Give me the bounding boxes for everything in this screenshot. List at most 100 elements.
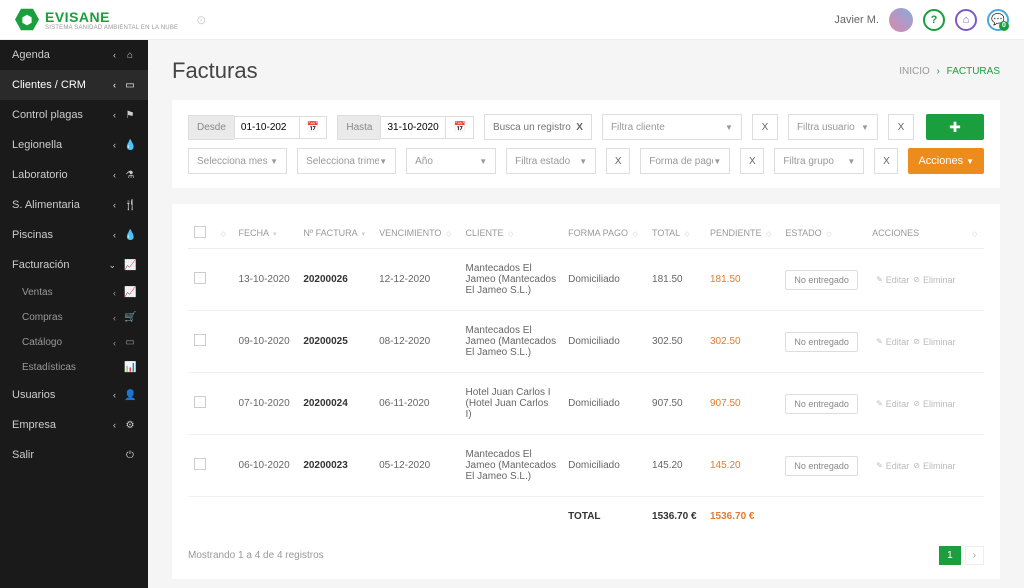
select-anio[interactable]: Año ▼	[406, 148, 496, 174]
delete-button[interactable]: ⊘Eliminar	[913, 337, 955, 347]
row-checkbox[interactable]	[194, 396, 206, 408]
col-estado[interactable]: ESTADO ◇	[779, 218, 866, 249]
sidebar-item-facturacion[interactable]: Facturación ⌄ 📈	[0, 250, 148, 280]
filter-estado-select[interactable]: Filtra estado ▼	[506, 148, 596, 174]
sidebar-sub-compras[interactable]: Compras ‹ 🛒	[0, 305, 148, 330]
sidebar-item-laboratorio[interactable]: Laboratorio ‹ ⚗	[0, 160, 148, 190]
select-all-checkbox[interactable]	[194, 226, 206, 238]
col-venc[interactable]: VENCIMIENTO ◇	[373, 218, 459, 249]
forma-pago-select[interactable]: Forma de pago ▼	[640, 148, 730, 174]
total-amount: 1536.70 €	[646, 497, 704, 537]
sidebar-sub-catalogo[interactable]: Catálogo ‹ ▭	[0, 330, 148, 355]
gear-icon: ⚙	[124, 420, 136, 431]
col-cliente[interactable]: CLIENTE ◇	[460, 218, 563, 249]
sidebar-item-legionella[interactable]: Legionella ‹ 💧	[0, 130, 148, 160]
status-badge[interactable]: No entregado	[785, 332, 858, 352]
page-1[interactable]: 1	[939, 546, 961, 565]
sidebar-sub-ventas[interactable]: Ventas ‹ 📈	[0, 280, 148, 305]
clear-usuario-button[interactable]: X	[888, 114, 914, 140]
search-box[interactable]: X	[484, 114, 592, 140]
clear-grupo-button[interactable]: X	[874, 148, 898, 174]
total-row: TOTAL1536.70 €1536.70 €	[188, 497, 984, 537]
clear-cliente-button[interactable]: X	[752, 114, 778, 140]
help-icon[interactable]: ?	[923, 9, 945, 31]
home-icon[interactable]: ⌂	[955, 9, 977, 31]
edit-button[interactable]: ✎Editar	[876, 275, 909, 285]
filter-grupo-select[interactable]: Filtra grupo ▼	[774, 148, 864, 174]
sidebar-item-agenda[interactable]: Agenda ‹ ⌂	[0, 40, 148, 70]
cell-num: 20200024	[297, 373, 373, 435]
ban-icon: ⊘	[913, 399, 920, 408]
sidebar-sub-estadisticas[interactable]: Estadísticas 📊	[0, 355, 148, 380]
page-next[interactable]: ›	[965, 546, 984, 565]
sidebar: Agenda ‹ ⌂ Clientes / CRM ‹ ▭ Control pl…	[0, 40, 148, 588]
sidebar-item-clientes[interactable]: Clientes / CRM ‹ ▭	[0, 70, 148, 100]
cell-total: 181.50	[646, 249, 704, 311]
sidebar-item-salir[interactable]: Salir ⏻	[0, 440, 148, 470]
sidebar-item-control-plagas[interactable]: Control plagas ‹ ⚑	[0, 100, 148, 130]
edit-button[interactable]: ✎Editar	[876, 461, 909, 471]
breadcrumb: INICIO › FACTURAS	[899, 66, 1000, 77]
delete-button[interactable]: ⊘Eliminar	[913, 461, 955, 471]
user-name[interactable]: Javier M.	[834, 14, 879, 26]
sidebar-item-empresa[interactable]: Empresa ‹ ⚙	[0, 410, 148, 440]
calendar-icon[interactable]: 📅	[300, 116, 327, 139]
chat-icon[interactable]: 💬0	[987, 9, 1009, 31]
table-row[interactable]: 09-10-20202020002508-12-2020Mantecados E…	[188, 311, 984, 373]
clear-estado-button[interactable]: X	[606, 148, 630, 174]
sidebar-item-usuarios[interactable]: Usuarios ‹ 👤	[0, 380, 148, 410]
calendar-icon[interactable]: 📅	[446, 116, 473, 139]
edit-button[interactable]: ✎Editar	[876, 337, 909, 347]
select-mes[interactable]: Selecciona mes ▼	[188, 148, 287, 174]
to-input[interactable]	[380, 116, 446, 139]
delete-button[interactable]: ⊘Eliminar	[913, 275, 955, 285]
col-fecha[interactable]: FECHA ▾	[233, 218, 298, 249]
cell-venc: 12-12-2020	[373, 249, 459, 311]
ban-icon: ⊘	[913, 461, 920, 470]
date-to: Hasta 📅	[337, 115, 474, 140]
sidebar-item-piscinas[interactable]: Piscinas ‹ 💧	[0, 220, 148, 250]
chevron-left-icon: ‹	[113, 338, 116, 348]
edit-button[interactable]: ✎Editar	[876, 399, 909, 409]
filter-cliente-select[interactable]: Filtra cliente ▼	[602, 114, 742, 140]
avatar[interactable]	[889, 8, 913, 32]
filter-usuario-select[interactable]: Filtra usuario ▼	[788, 114, 878, 140]
select-trimestre[interactable]: Selecciona trimestre ▼	[297, 148, 396, 174]
delete-button[interactable]: ⊘Eliminar	[913, 399, 955, 409]
cell-fecha: 13-10-2020	[233, 249, 298, 311]
logo[interactable]: ⬢ EVISANE SISTEMA SANIDAD AMBIENTAL EN L…	[15, 8, 178, 32]
logo-text: EVISANE	[45, 9, 178, 25]
from-input[interactable]	[234, 116, 300, 139]
cell-total: 145.20	[646, 435, 704, 497]
breadcrumb-home[interactable]: INICIO	[899, 66, 930, 77]
caret-down-icon: ▼	[379, 157, 387, 166]
sidebar-item-alimentaria[interactable]: S. Alimentaria ‹ 🍴	[0, 190, 148, 220]
col-pendiente[interactable]: PENDIENTE ◇	[704, 218, 779, 249]
status-badge[interactable]: No entregado	[785, 270, 858, 290]
table-row[interactable]: 13-10-20202020002612-12-2020Mantecados E…	[188, 249, 984, 311]
row-checkbox[interactable]	[194, 272, 206, 284]
cell-cliente: Mantecados El Jameo (Mantecados El Jameo…	[460, 249, 563, 311]
drop-icon: 💧	[124, 140, 136, 151]
col-forma[interactable]: FORMA PAGO ◇	[562, 218, 646, 249]
food-icon: 🍴	[124, 200, 136, 211]
add-button[interactable]: ✚	[926, 114, 984, 140]
edit-icon: ✎	[876, 399, 883, 408]
acciones-button[interactable]: Acciones▼	[908, 148, 984, 174]
table-row[interactable]: 06-10-20202020002305-12-2020Mantecados E…	[188, 435, 984, 497]
col-total[interactable]: TOTAL ◇	[646, 218, 704, 249]
menu-toggle-icon[interactable]: ⊙	[196, 13, 206, 27]
cell-venc: 08-12-2020	[373, 311, 459, 373]
row-checkbox[interactable]	[194, 458, 206, 470]
clear-search-icon[interactable]: X	[576, 122, 583, 133]
status-badge[interactable]: No entregado	[785, 394, 858, 414]
col-nfactura[interactable]: Nº FACTURA ▾	[297, 218, 373, 249]
status-badge[interactable]: No entregado	[785, 456, 858, 476]
clear-forma-button[interactable]: X	[740, 148, 764, 174]
edit-icon: ✎	[876, 337, 883, 346]
search-input[interactable]	[493, 122, 576, 133]
flag-icon: ⚑	[124, 110, 136, 121]
row-checkbox[interactable]	[194, 334, 206, 346]
table-row[interactable]: 07-10-20202020002406-11-2020Hotel Juan C…	[188, 373, 984, 435]
logo-sub: SISTEMA SANIDAD AMBIENTAL EN LA NUBE	[45, 25, 178, 31]
